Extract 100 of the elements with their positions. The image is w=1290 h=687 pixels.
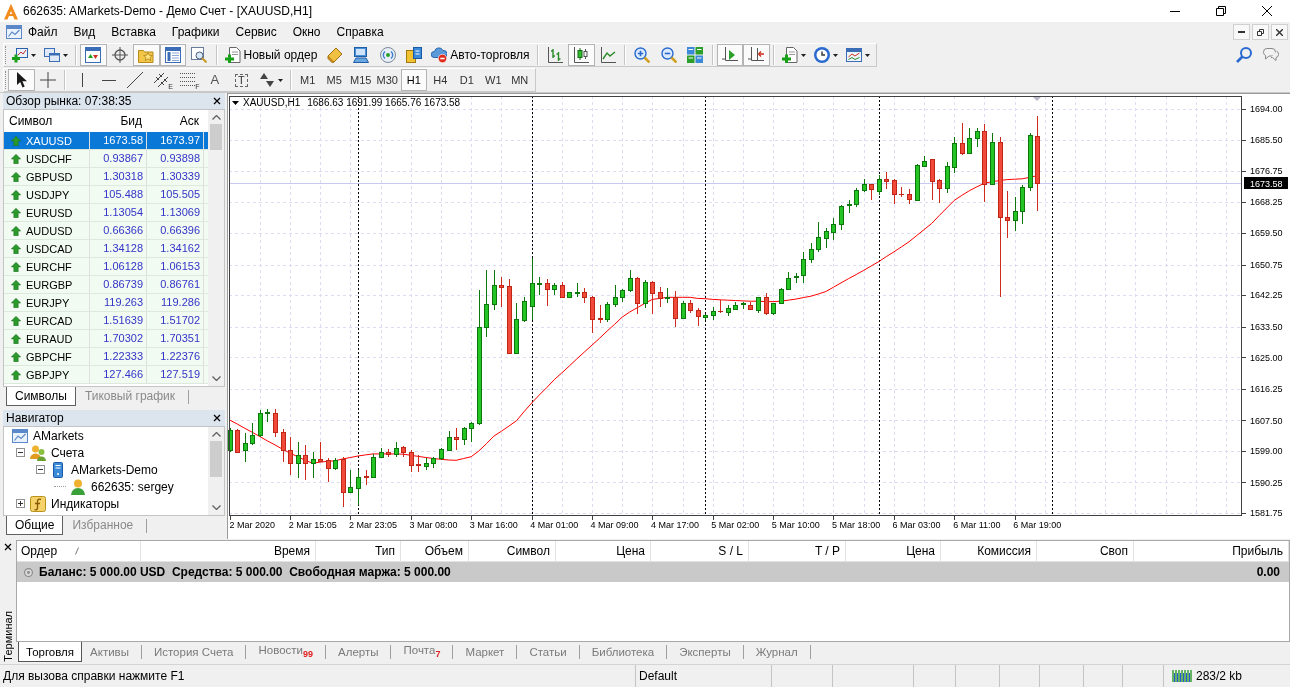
toolbar-button[interactable]: Новый ордер bbox=[220, 44, 322, 66]
axis-label: 1694.00 bbox=[1250, 104, 1283, 115]
collapse-icon[interactable] bbox=[15, 448, 25, 457]
chevron-up-icon[interactable] bbox=[211, 432, 221, 437]
table-cell: 1.34128 bbox=[90, 240, 147, 257]
tab[interactable]: Маркет bbox=[457, 642, 513, 662]
menu-item[interactable]: Окно bbox=[284, 22, 329, 42]
tree-item[interactable]: Индикаторы bbox=[51, 496, 120, 511]
scrollbar[interactable] bbox=[208, 110, 224, 386]
close-button[interactable] bbox=[213, 97, 221, 105]
tree-item[interactable]: Счета bbox=[51, 445, 85, 460]
table-row[interactable]: USDJPY 105.488 105.505 bbox=[4, 186, 208, 204]
menu-item[interactable]: Файл bbox=[20, 22, 66, 42]
toolbar-button[interactable] bbox=[8, 69, 35, 91]
toolbar-button[interactable] bbox=[568, 44, 595, 66]
column-header[interactable]: Аск bbox=[147, 114, 204, 128]
close-button[interactable] bbox=[213, 414, 221, 422]
candle bbox=[967, 127, 972, 154]
scrollbar[interactable] bbox=[208, 427, 224, 515]
menu-item[interactable]: Справка bbox=[328, 22, 392, 42]
column-header[interactable]: Бид bbox=[90, 114, 147, 128]
function-icon bbox=[30, 495, 46, 512]
minimize-button[interactable] bbox=[1233, 24, 1250, 40]
tab[interactable]: Библиотека bbox=[583, 642, 663, 662]
menu-item[interactable]: Сервис bbox=[227, 22, 285, 42]
table-row[interactable]: EURJPY 119.263 119.286 bbox=[4, 294, 208, 312]
symbol-name: GBPCHF bbox=[26, 350, 72, 363]
column-header[interactable]: Символ bbox=[4, 114, 90, 128]
table-cell: 1.70302 bbox=[90, 330, 147, 347]
timeframe-button[interactable]: W1 bbox=[480, 69, 507, 91]
candle bbox=[756, 296, 761, 314]
timeframe-button[interactable]: M15 bbox=[347, 69, 374, 91]
expand-icon[interactable] bbox=[15, 499, 25, 508]
menu-item[interactable]: Вид bbox=[65, 22, 104, 42]
collapse-icon[interactable] bbox=[35, 465, 45, 474]
close-button[interactable] bbox=[4, 543, 12, 551]
candle bbox=[447, 430, 452, 452]
tree-item[interactable]: 662635: sergey bbox=[91, 479, 174, 494]
caret-icon bbox=[864, 53, 870, 57]
toolbar-button[interactable] bbox=[716, 44, 744, 66]
tab[interactable]: Активы bbox=[82, 642, 137, 662]
timeframe-button[interactable]: M30 bbox=[374, 69, 401, 91]
menu-item[interactable]: Вставка bbox=[103, 22, 164, 42]
table-row[interactable]: EURGBP 0.86739 0.86761 bbox=[4, 276, 208, 294]
timeframe-button[interactable]: M5 bbox=[321, 69, 348, 91]
axis-label: 4 Mar 01:00 bbox=[530, 520, 579, 530]
toolbar-button[interactable]: Авто-торговля bbox=[427, 44, 534, 66]
table-cell: 0.86761 bbox=[147, 276, 204, 293]
tree-item[interactable]: AMarkets-Demo bbox=[71, 462, 158, 477]
tab[interactable]: Почта$_{7}$ bbox=[395, 642, 449, 662]
menu-item[interactable]: Графики bbox=[163, 22, 228, 42]
symbol-name: GBPUSD bbox=[26, 170, 73, 183]
candle bbox=[288, 436, 293, 476]
candle bbox=[356, 469, 361, 506]
timeframe-button[interactable]: MN bbox=[506, 69, 533, 91]
symbol-name: AUDUSD bbox=[26, 224, 73, 237]
chevron-down-icon[interactable] bbox=[211, 376, 221, 381]
tab[interactable]: История Счета bbox=[145, 642, 242, 662]
tab[interactable]: Символы bbox=[6, 387, 76, 406]
table-row[interactable]: GBPCHF 1.22333 1.22376 bbox=[4, 348, 208, 366]
chevron-down-icon[interactable] bbox=[211, 505, 221, 510]
tab[interactable]: Общие bbox=[6, 516, 64, 535]
scrollbar-thumb[interactable] bbox=[210, 124, 222, 150]
table-row[interactable]: AUDUSD 0.66366 0.66396 bbox=[4, 222, 208, 240]
tab[interactable]: Новости$_{99}$ bbox=[250, 642, 321, 662]
timeframe-button[interactable]: M1 bbox=[294, 69, 321, 91]
candle bbox=[884, 171, 889, 190]
table-row[interactable]: GBPJPY 127.466 127.519 bbox=[4, 366, 208, 384]
table-row[interactable]: XAUUSD 1673.58 1673.97 bbox=[4, 132, 208, 150]
toolbar-button[interactable] bbox=[743, 44, 770, 66]
tab[interactable]: Торговля bbox=[18, 642, 83, 662]
symbol-name: XAUUSD bbox=[26, 134, 72, 147]
timeframe-button[interactable]: D1 bbox=[453, 69, 480, 91]
connection-bars-icon bbox=[1172, 670, 1192, 682]
table-row[interactable]: USDCHF 0.93867 0.93898 bbox=[4, 150, 208, 168]
table-row[interactable]: EURUSD 1.13054 1.13069 bbox=[4, 204, 208, 222]
table-row[interactable]: USDCAD 1.34128 1.34162 bbox=[4, 240, 208, 258]
chevron-up-icon[interactable] bbox=[211, 115, 221, 120]
tree-item[interactable]: AMarkets bbox=[33, 428, 84, 443]
table-row[interactable]: GBPUSD 1.30318 1.30339 bbox=[4, 168, 208, 186]
toolbar-button[interactable]: T bbox=[228, 69, 255, 91]
shift-marker-icon[interactable] bbox=[1033, 97, 1041, 101]
table-row[interactable]: EURCAD 1.51639 1.51702 bbox=[4, 312, 208, 330]
balance-row[interactable]: Баланс: 5 000.00 USD Средства: 5 000.00 Свободная маржа: 5 000.00 0.00 bbox=[17, 562, 1289, 582]
arrows-icon bbox=[258, 72, 275, 88]
timeframe-button[interactable]: H1 bbox=[400, 69, 427, 91]
restore-button[interactable] bbox=[1252, 24, 1269, 40]
tab[interactable]: Статьи bbox=[521, 642, 575, 662]
timeframe-button[interactable]: H4 bbox=[427, 69, 454, 91]
toolbar-button[interactable]: A bbox=[201, 69, 228, 91]
candle bbox=[258, 409, 263, 438]
scrollbar-thumb[interactable] bbox=[210, 441, 222, 477]
table-row[interactable]: EURCHF 1.06128 1.06153 bbox=[4, 258, 208, 276]
table-cell: 1.22376 bbox=[147, 348, 204, 365]
table-row[interactable]: EURAUD 1.70302 1.70351 bbox=[4, 330, 208, 348]
grip-handle[interactable] bbox=[5, 46, 8, 64]
tab[interactable]: Алерты bbox=[330, 642, 387, 662]
tab[interactable]: Эксперты bbox=[671, 642, 739, 662]
tab[interactable]: Журнал bbox=[747, 642, 806, 662]
dropdown-triangle-icon[interactable] bbox=[232, 100, 239, 105]
